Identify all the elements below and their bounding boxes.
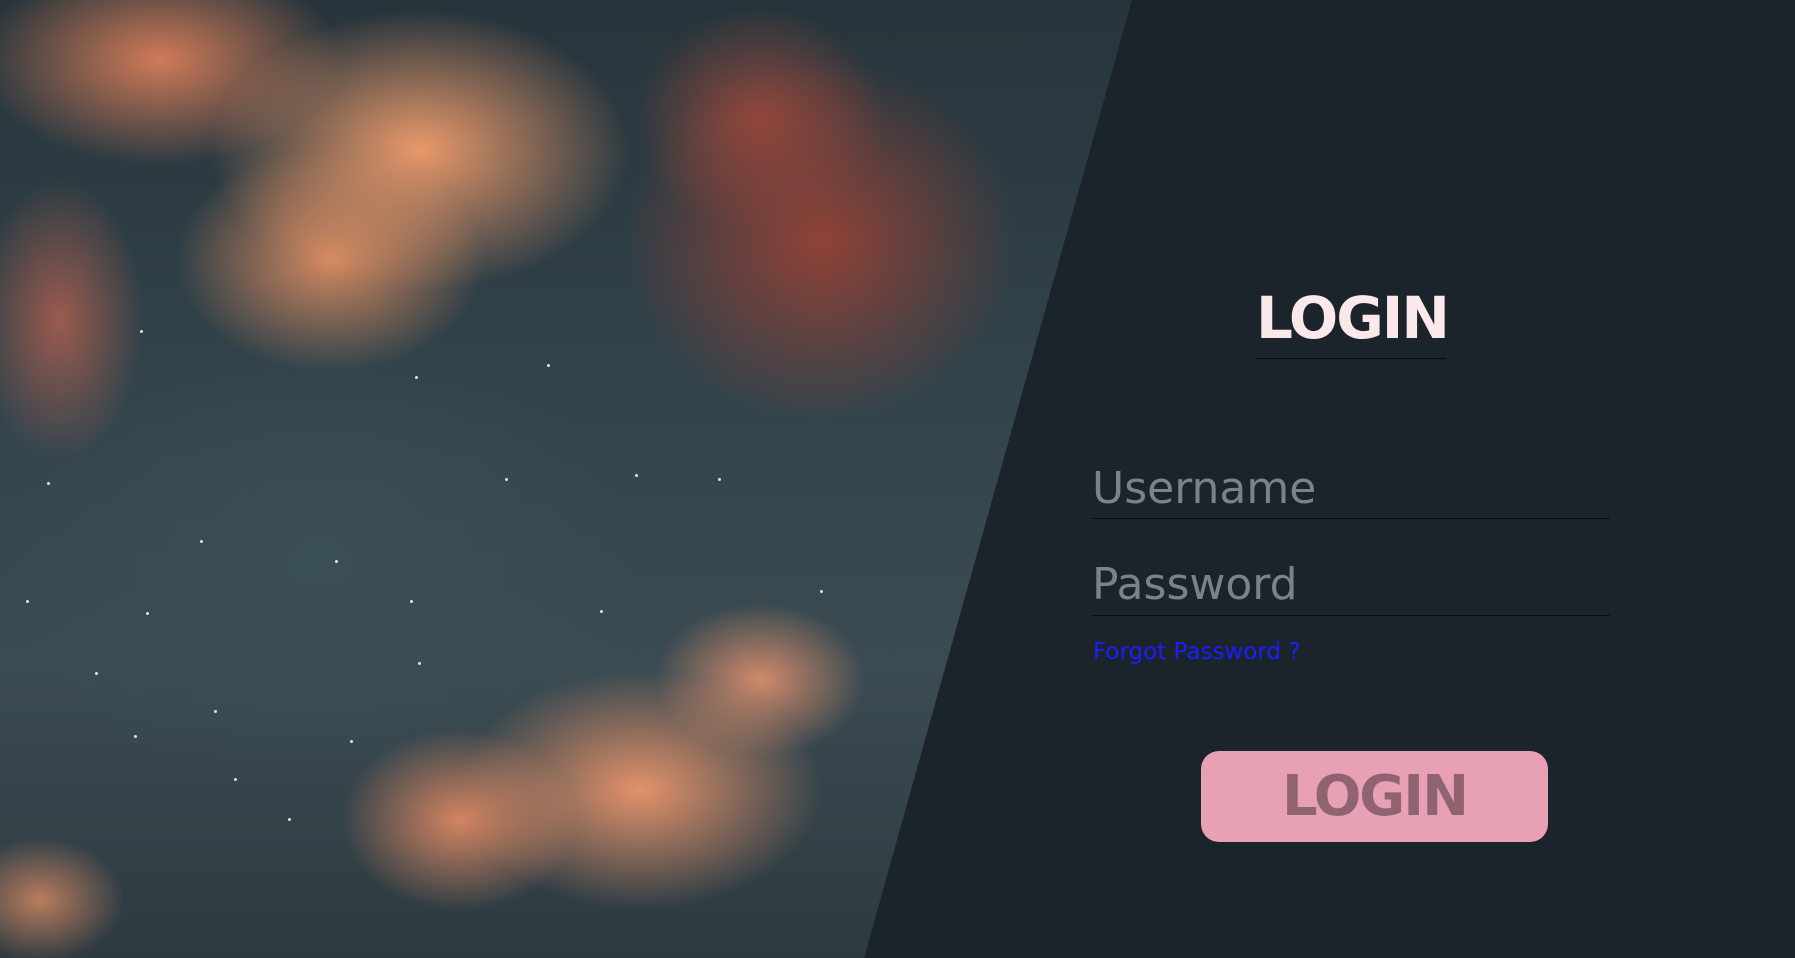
login-title: LOGIN bbox=[1256, 278, 1450, 359]
login-button[interactable]: LOGIN bbox=[1201, 751, 1548, 842]
username-input[interactable] bbox=[1092, 458, 1610, 519]
login-page: LOGIN Forgot Password ? LOGIN bbox=[0, 0, 1795, 958]
forgot-password-link[interactable]: Forgot Password ? bbox=[1093, 639, 1300, 665]
password-input[interactable] bbox=[1092, 554, 1610, 616]
